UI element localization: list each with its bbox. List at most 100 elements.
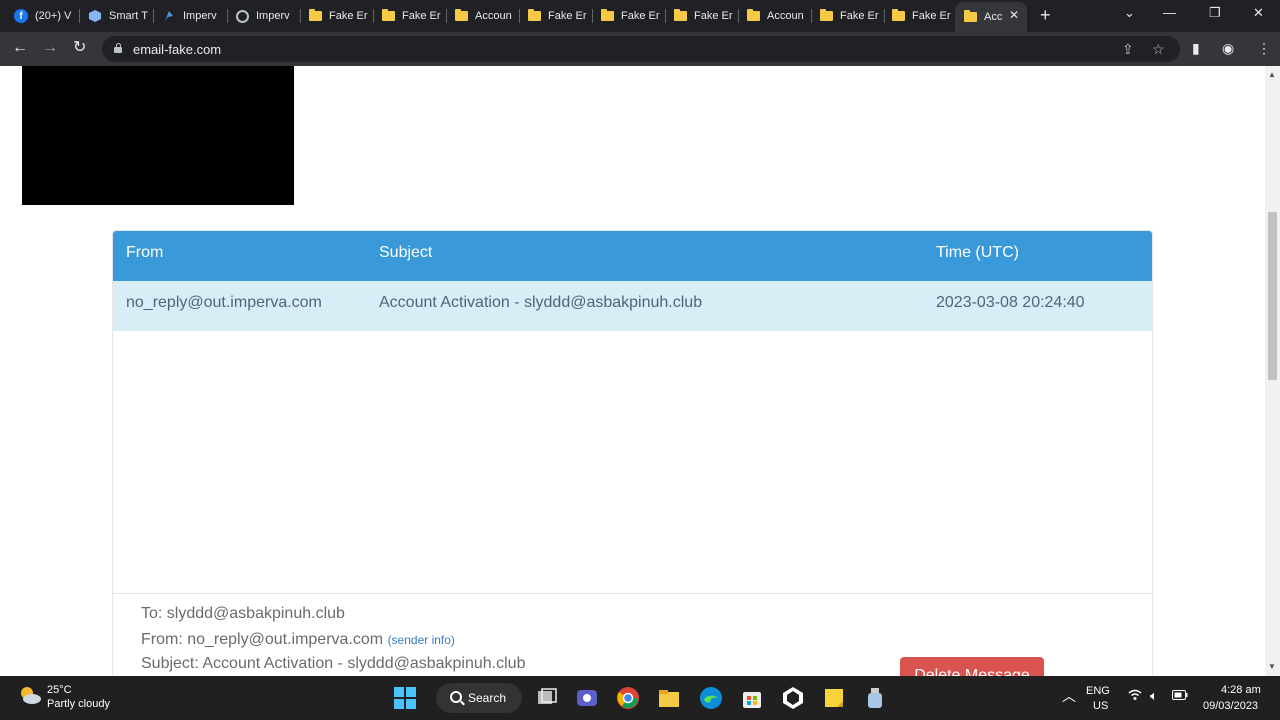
tab-facebook[interactable]: f (20+) V bbox=[14, 4, 80, 28]
folder-icon bbox=[891, 9, 905, 23]
bookmark-star-icon[interactable]: ☆ bbox=[1152, 41, 1165, 58]
minimize-icon[interactable]: — bbox=[1163, 5, 1176, 20]
weather-icon[interactable] bbox=[18, 684, 41, 706]
column-from: From bbox=[126, 244, 164, 261]
app-bottle-icon[interactable] bbox=[863, 686, 887, 710]
tab-imperva-2[interactable]: Imperv bbox=[235, 4, 301, 28]
sender-info-link[interactable]: (sender info) bbox=[388, 633, 455, 647]
search-label: Search bbox=[468, 691, 507, 705]
tab-label: Fake Er bbox=[840, 10, 879, 22]
back-icon[interactable]: ← bbox=[12, 40, 28, 56]
tab-label: Fake Er bbox=[912, 10, 951, 22]
tab-label: Imperv bbox=[183, 10, 217, 22]
tab-label: Acc bbox=[984, 11, 1003, 23]
folder-icon bbox=[454, 9, 468, 23]
imperva-icon bbox=[162, 9, 176, 23]
row-subject: Account Activation - slyddd@asbakpinuh.c… bbox=[379, 294, 703, 311]
folder-icon bbox=[746, 9, 760, 23]
column-subject: Subject bbox=[379, 244, 433, 261]
tab-fake-4[interactable]: Fake Er bbox=[600, 4, 666, 28]
clock-time[interactable]: 4:28 am bbox=[1221, 684, 1261, 696]
address-bar[interactable]: email-fake.com ⇪ ☆ bbox=[102, 36, 1180, 62]
scroll-thumb[interactable] bbox=[1268, 212, 1277, 380]
scroll-up-icon[interactable]: ▲ bbox=[1268, 70, 1276, 79]
folder-icon bbox=[308, 9, 322, 23]
lock-icon bbox=[114, 43, 122, 53]
tab-account-2[interactable]: Accoun bbox=[746, 4, 812, 28]
tab-fake-3[interactable]: Fake Er bbox=[527, 4, 593, 28]
weather-temp: 25°C bbox=[47, 684, 72, 696]
tab-search-icon[interactable]: ⌄ bbox=[1124, 5, 1135, 21]
forward-icon[interactable]: → bbox=[42, 40, 58, 56]
tab-label: Fake Er bbox=[329, 10, 368, 22]
tab-label: Fake Er bbox=[621, 10, 660, 22]
restore-icon[interactable]: ❐ bbox=[1209, 5, 1221, 21]
folder-icon bbox=[673, 9, 687, 23]
menu-icon[interactable]: ⋮ bbox=[1257, 40, 1271, 57]
store-icon[interactable] bbox=[740, 686, 764, 710]
folder-icon bbox=[963, 10, 977, 24]
tab-label: Accoun bbox=[767, 10, 804, 22]
file-explorer-icon[interactable] bbox=[657, 686, 681, 710]
chrome-icon[interactable] bbox=[616, 686, 640, 710]
redacted-image bbox=[22, 66, 294, 205]
share-icon[interactable]: ⇪ bbox=[1122, 41, 1134, 58]
message-from: From: no_reply@out.imperva.com bbox=[141, 631, 384, 648]
start-icon[interactable] bbox=[393, 686, 417, 710]
windows-taskbar: 25°C Partly cloudy Search ︿ ENG US 🔈︎ 4:… bbox=[0, 676, 1280, 720]
battery-icon[interactable] bbox=[1172, 690, 1188, 703]
message-from-line: From: no_reply@out.imperva.com (sender i… bbox=[141, 631, 455, 649]
taskbar-search[interactable]: Search bbox=[436, 683, 522, 713]
tab-strip: f (20+) V Smart T Imperv Imperv Fake Er … bbox=[0, 0, 1280, 32]
message-subject: Subject: Account Activation - slyddd@asb… bbox=[141, 655, 526, 672]
facebook-icon: f bbox=[14, 9, 28, 23]
inbox-table-header: From Subject Time (UTC) bbox=[113, 231, 1152, 281]
tab-fake-5[interactable]: Fake Er bbox=[673, 4, 739, 28]
folder-icon bbox=[600, 9, 614, 23]
teams-chat-icon[interactable] bbox=[575, 686, 599, 710]
tab-fake-6[interactable]: Fake Er bbox=[819, 4, 885, 28]
task-view-icon[interactable] bbox=[535, 686, 559, 710]
delete-message-button[interactable]: Delete Message bbox=[900, 657, 1044, 676]
close-window-icon[interactable]: ✕ bbox=[1253, 5, 1264, 21]
profile-avatar-icon[interactable]: ◉ bbox=[1222, 40, 1234, 57]
row-from: no_reply@out.imperva.com bbox=[126, 294, 322, 311]
tab-account-1[interactable]: Accoun bbox=[454, 4, 520, 28]
message-to: To: slyddd@asbakpinuh.club bbox=[141, 605, 345, 622]
close-tab-icon[interactable]: ✕ bbox=[1009, 8, 1019, 22]
url-text: email-fake.com bbox=[133, 42, 222, 57]
volume-icon[interactable]: 🔈︎ bbox=[1150, 688, 1158, 704]
tab-active[interactable]: Acc ✕ bbox=[955, 2, 1027, 32]
column-time: Time (UTC) bbox=[936, 244, 1019, 261]
lang-secondary[interactable]: US bbox=[1093, 700, 1108, 712]
tab-smart[interactable]: Smart T bbox=[88, 4, 154, 28]
wifi-icon[interactable] bbox=[1128, 689, 1142, 704]
tab-fake-7[interactable]: Fake Er bbox=[891, 4, 955, 28]
sticky-notes-icon[interactable] bbox=[822, 686, 846, 710]
side-panel-icon[interactable]: ▮ bbox=[1192, 40, 1200, 57]
tab-fake-2[interactable]: Fake Er bbox=[381, 4, 447, 28]
app-icon bbox=[88, 9, 102, 23]
row-time: 2023-03-08 20:24:40 bbox=[936, 294, 1085, 311]
divider bbox=[113, 593, 1152, 594]
page-scrollbar[interactable]: ▲ ▼ bbox=[1265, 66, 1280, 676]
folder-icon bbox=[819, 9, 833, 23]
tab-imperva-1[interactable]: Imperv bbox=[162, 4, 228, 28]
browser-toolbar: ← → ↻ email-fake.com ⇪ ☆ ▮ ◉ ⋮ bbox=[0, 32, 1280, 66]
new-tab-icon[interactable]: + bbox=[1040, 6, 1051, 24]
search-icon bbox=[450, 691, 462, 703]
clock-date[interactable]: 09/03/2023 bbox=[1203, 700, 1258, 712]
tab-fake-1[interactable]: Fake Er bbox=[308, 4, 374, 28]
inbox-panel: From Subject Time (UTC) no_reply@out.imp… bbox=[112, 230, 1153, 676]
reload-icon[interactable]: ↻ bbox=[73, 40, 86, 56]
lang-primary[interactable]: ENG bbox=[1086, 685, 1110, 697]
tab-label: Fake Er bbox=[694, 10, 733, 22]
folder-icon bbox=[527, 9, 541, 23]
scroll-down-icon[interactable]: ▼ bbox=[1268, 662, 1276, 671]
edge-icon[interactable] bbox=[699, 686, 723, 710]
table-row[interactable]: no_reply@out.imperva.com Account Activat… bbox=[113, 281, 1152, 331]
app-hexagon-icon[interactable] bbox=[781, 686, 805, 710]
show-hidden-icons[interactable]: ︿ bbox=[1062, 686, 1076, 706]
tab-label: Fake Er bbox=[548, 10, 587, 22]
tab-label: Fake Er bbox=[402, 10, 441, 22]
